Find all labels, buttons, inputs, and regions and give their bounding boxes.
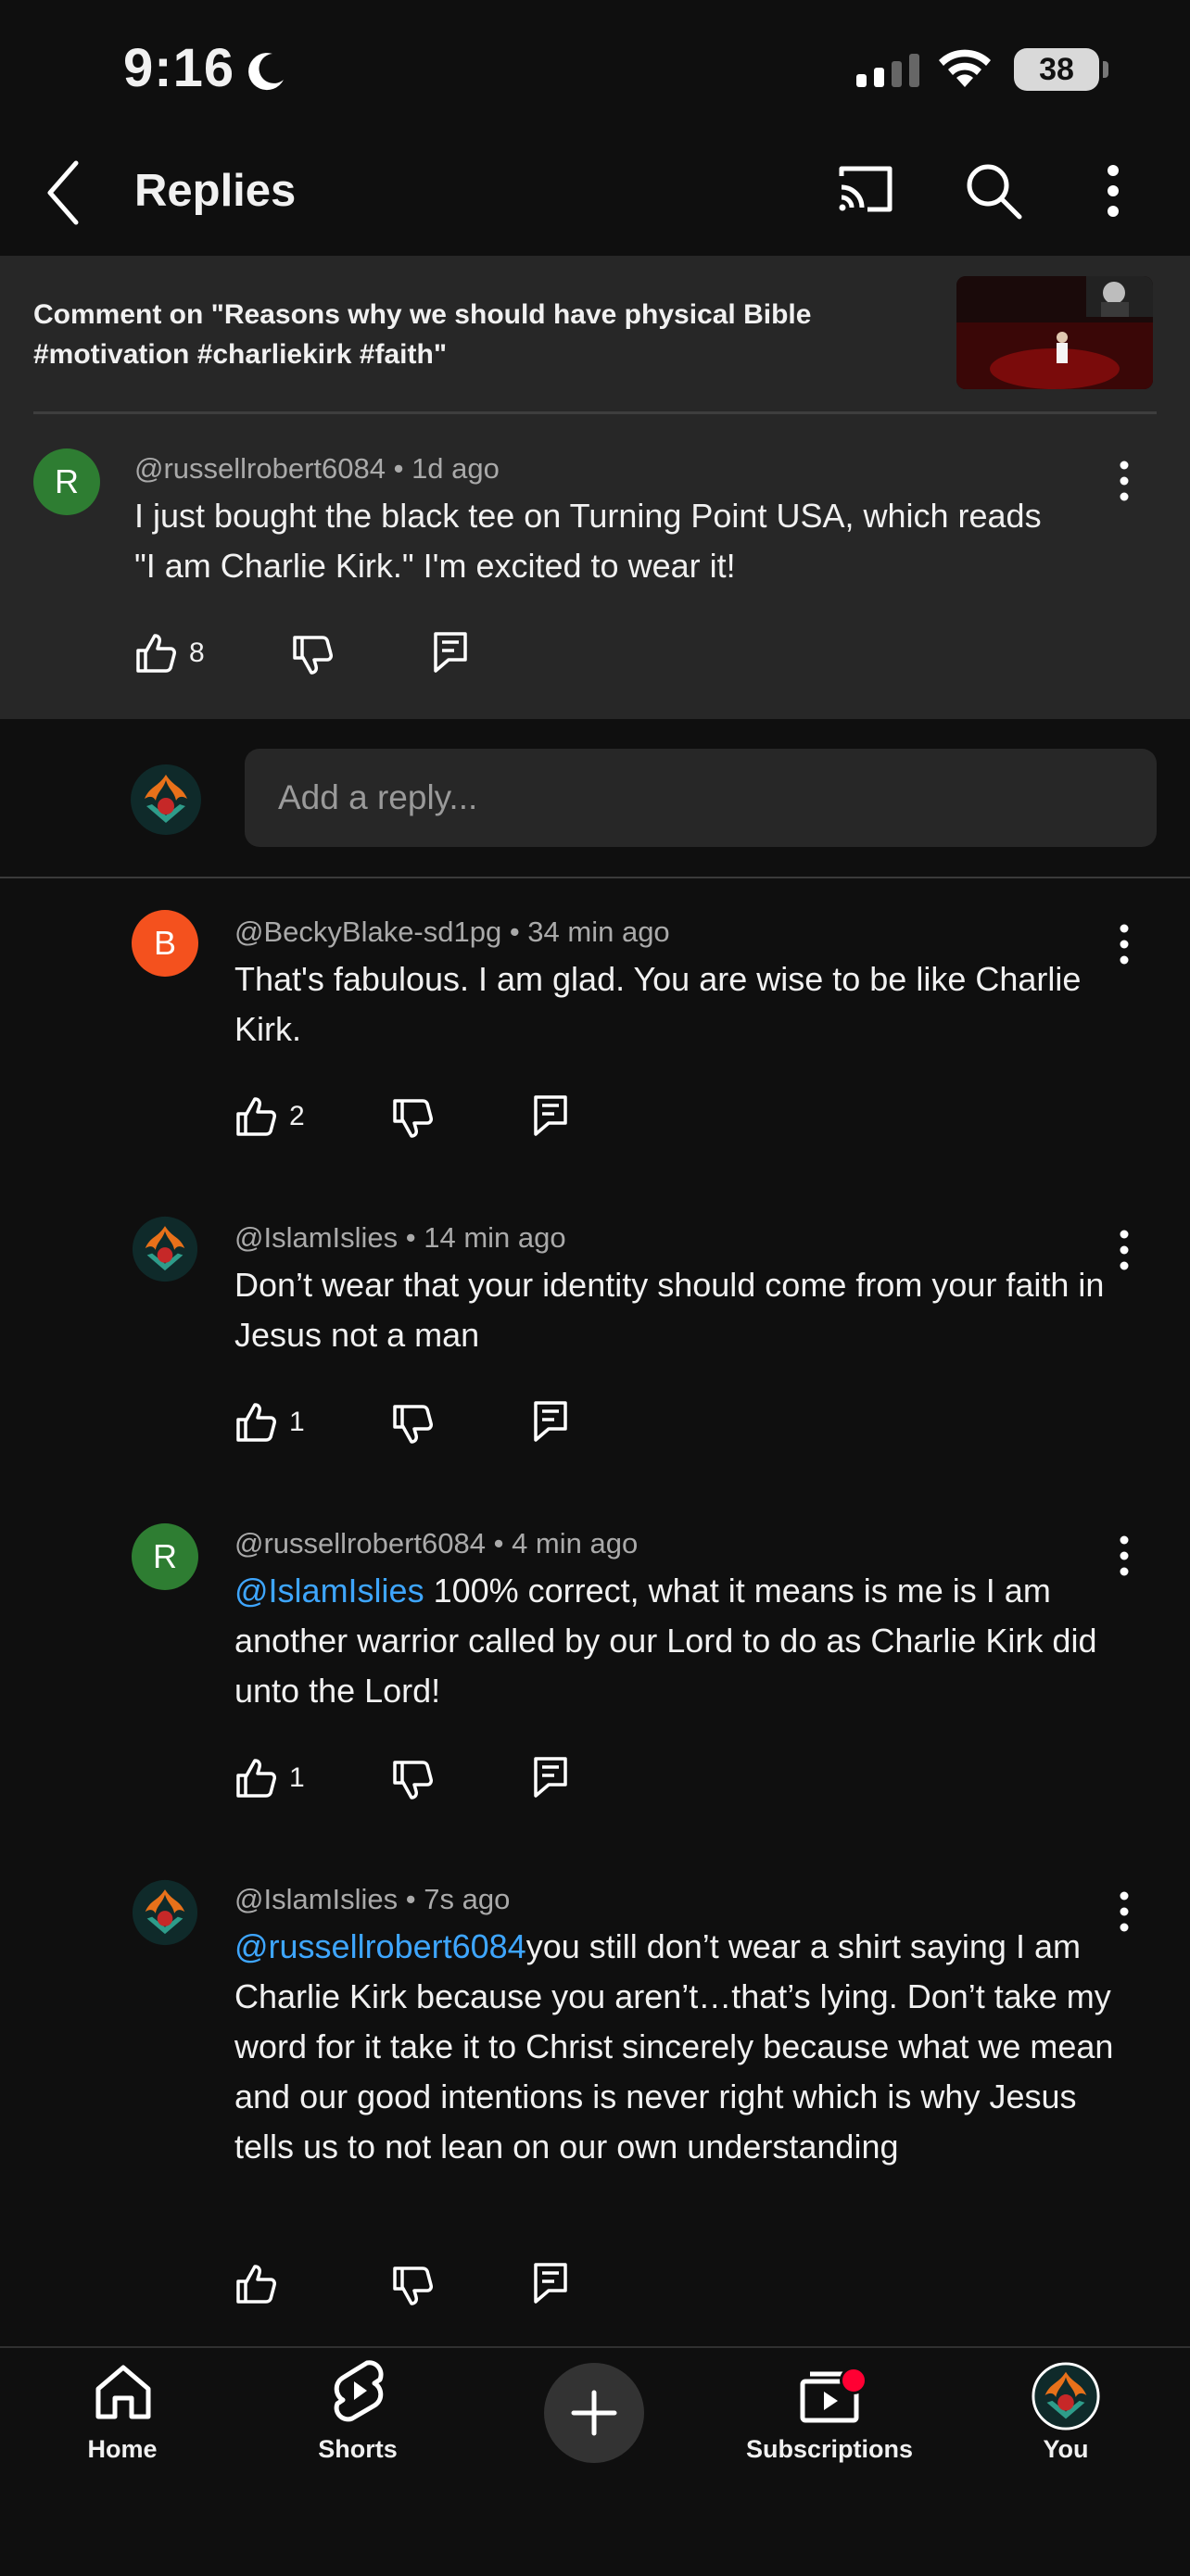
like-count: 8 bbox=[189, 638, 205, 668]
like-icon[interactable] bbox=[134, 632, 177, 675]
nav-subscriptions-label[interactable]: Subscriptions bbox=[737, 2435, 922, 2464]
reply-icon[interactable] bbox=[532, 1093, 569, 1136]
nav-shorts-label[interactable]: Shorts bbox=[265, 2435, 450, 2464]
comment-menu-icon[interactable] bbox=[1110, 458, 1138, 504]
panel-divider bbox=[33, 411, 1157, 414]
wifi-icon bbox=[939, 49, 991, 87]
battery-tip bbox=[1103, 61, 1108, 78]
like-count: 2 bbox=[289, 1101, 305, 1131]
comment-meta: @russellrobert6084 • 1d ago bbox=[134, 452, 500, 485]
comment-meta: @IslamIslies • 14 min ago bbox=[234, 1221, 566, 1254]
mention-link[interactable]: @russellrobert6084 bbox=[234, 1927, 526, 1965]
avatar[interactable] bbox=[132, 1879, 198, 1951]
comment-text: @russellrobert6084you still don’t wear a… bbox=[234, 1922, 1124, 2172]
you-avatar[interactable] bbox=[1031, 2361, 1101, 2436]
comment-body: That's fabulous. I am glad. You are wise… bbox=[234, 960, 1082, 1048]
cast-icon[interactable] bbox=[836, 163, 895, 215]
reply-icon[interactable] bbox=[532, 1399, 569, 1442]
nav-you-label[interactable]: You bbox=[973, 2435, 1158, 2464]
back-arrow-icon[interactable] bbox=[44, 159, 82, 226]
like-icon[interactable] bbox=[234, 1401, 277, 1444]
like-count: 1 bbox=[289, 1762, 305, 1793]
reply-icon[interactable] bbox=[432, 630, 469, 673]
avatar[interactable] bbox=[132, 1216, 198, 1287]
video-context-text[interactable]: Comment on "Reasons why we should have p… bbox=[33, 295, 905, 374]
user-avatar bbox=[130, 764, 202, 840]
plus-icon bbox=[571, 2390, 617, 2436]
dislike-icon[interactable] bbox=[391, 1759, 434, 1801]
dislike-icon[interactable] bbox=[391, 1403, 434, 1446]
comment-body: Don’t wear that your identity should com… bbox=[234, 1266, 1105, 1354]
comment-meta: @russellrobert6084 • 4 min ago bbox=[234, 1527, 639, 1559]
comment-text: That's fabulous. I am glad. You are wise… bbox=[234, 954, 1115, 1054]
mention-link[interactable]: @IslamIslies bbox=[234, 1572, 424, 1610]
page-title: Replies bbox=[134, 166, 297, 216]
avatar[interactable]: B bbox=[132, 910, 198, 977]
battery-indicator: 38 bbox=[1014, 48, 1099, 91]
home-icon[interactable] bbox=[93, 2363, 154, 2420]
comment-meta: @BeckyBlake-sd1pg • 34 min ago bbox=[234, 915, 670, 948]
avatar[interactable]: R bbox=[132, 1523, 198, 1590]
shorts-icon[interactable] bbox=[330, 2359, 387, 2424]
moon-icon bbox=[248, 53, 284, 91]
add-reply-input[interactable]: Add a reply... bbox=[245, 749, 1157, 847]
nav-home-label[interactable]: Home bbox=[30, 2435, 215, 2464]
search-icon[interactable] bbox=[964, 161, 1023, 221]
reply-icon[interactable] bbox=[532, 2261, 569, 2304]
dislike-icon[interactable] bbox=[391, 2265, 434, 2307]
comment-text: Don’t wear that your identity should com… bbox=[234, 1260, 1115, 1360]
notification-dot bbox=[840, 2367, 867, 2394]
like-count: 1 bbox=[289, 1407, 305, 1437]
like-icon[interactable] bbox=[234, 1757, 277, 1799]
reply-icon[interactable] bbox=[532, 1755, 569, 1798]
more-options-icon[interactable] bbox=[1101, 163, 1125, 219]
avatar[interactable]: R bbox=[33, 448, 100, 515]
comment-meta: @IslamIslies • 7s ago bbox=[234, 1883, 511, 1915]
dislike-icon[interactable] bbox=[391, 1097, 434, 1140]
like-icon[interactable] bbox=[234, 1095, 277, 1138]
video-thumbnail[interactable] bbox=[956, 276, 1153, 389]
cellular-signal-icon bbox=[856, 54, 919, 87]
replies-separator bbox=[0, 877, 1190, 878]
comment-text: @IslamIslies 100% correct, what it means… bbox=[234, 1566, 1124, 1716]
dislike-icon[interactable] bbox=[291, 634, 334, 676]
comment-text: I just bought the black tee on Turning P… bbox=[134, 497, 1042, 585]
status-time: 9:16 bbox=[123, 38, 235, 98]
like-icon[interactable] bbox=[234, 2263, 277, 2305]
